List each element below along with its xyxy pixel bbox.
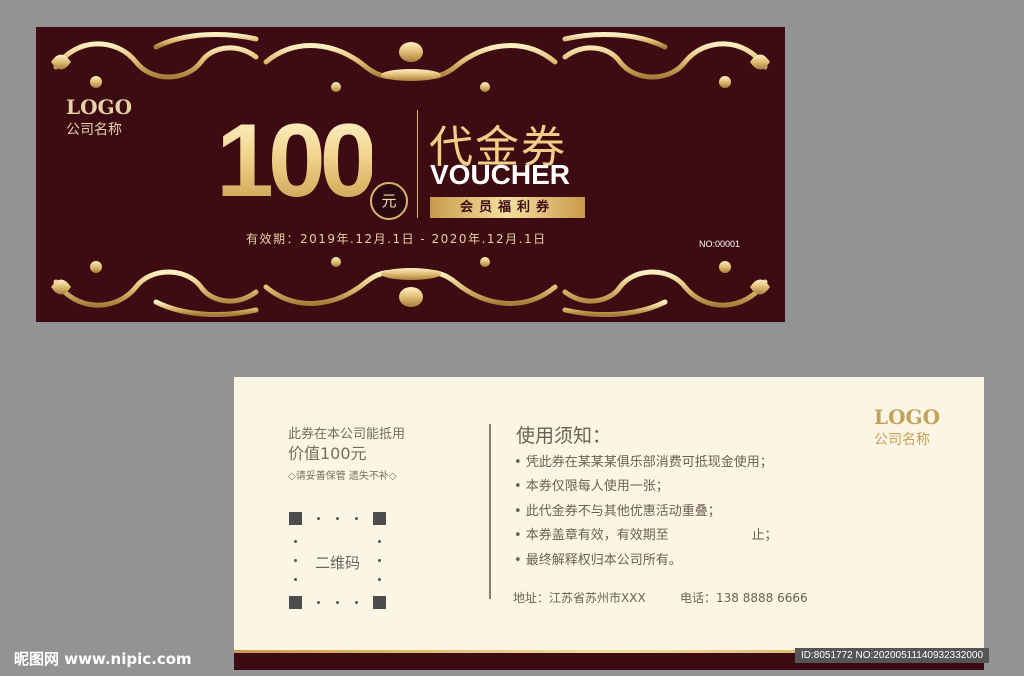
qr-corner	[289, 596, 302, 609]
qr-dot	[378, 540, 381, 543]
company-name: 公司名称	[874, 432, 930, 448]
member-benefit-label: 会员福利券	[430, 197, 585, 218]
qr-dot	[378, 559, 381, 562]
rule-item: • 本券盖章有效，有效期至 止；	[514, 528, 778, 544]
phone: 电话：138 8888 6666	[680, 591, 808, 605]
top-ornament	[51, 32, 770, 92]
logo-text: LOGO	[874, 405, 940, 429]
id-watermark: ID:8051772 NO:20200511140932332000	[795, 648, 990, 663]
rule-item: • 本券仅限每人使用一张；	[514, 479, 669, 495]
company-name: 公司名称	[66, 122, 122, 138]
qr-dot	[317, 601, 320, 604]
qr-dot	[294, 578, 297, 581]
qr-corner	[289, 512, 302, 525]
qr-dot	[317, 517, 320, 520]
qr-dot	[355, 601, 358, 604]
qr-dot	[336, 517, 339, 520]
rule-item: • 最终解释权归本公司所有。	[514, 552, 682, 568]
qr-dot	[336, 601, 339, 604]
voucher-title-en: VOUCHER	[430, 159, 571, 190]
back-logo: LOGO 公司名称	[874, 405, 940, 449]
usage-notice-title: 使用须知：	[516, 425, 612, 447]
bottom-ornament	[51, 257, 770, 317]
qr-label: 二维码	[314, 554, 360, 572]
voucher-front: LOGO 公司名称 100 元 代金券 VOUCHER 会员福利券 有效期：20…	[36, 27, 785, 322]
voucher-amount: 100	[216, 103, 378, 219]
address: 地址：江苏省苏州市XXX	[513, 591, 646, 605]
qr-dot	[378, 578, 381, 581]
qr-dot	[294, 540, 297, 543]
rule-item: • 凭此券在某某某俱乐部消费可抵现金使用；	[514, 455, 773, 470]
logo-text: LOGO	[66, 95, 132, 119]
title-divider	[417, 110, 418, 218]
qr-corner	[373, 512, 386, 525]
rule-item: • 此代金券不与其他优惠活动重叠；	[514, 503, 721, 519]
qr-dot	[294, 559, 297, 562]
stub-value: 价值100元	[288, 444, 367, 463]
qr-dot	[355, 517, 358, 520]
qr-corner	[373, 596, 386, 609]
stub-note: ◇请妥善保管 遗失不补◇	[288, 471, 397, 482]
voucher-back: 此券在本公司能抵用 价值100元 ◇请妥善保管 遗失不补◇ 二维码 使用须知： …	[234, 377, 984, 670]
site-watermark: 昵图网 www.nipic.com	[14, 650, 192, 668]
qr-code-placeholder: 二维码	[289, 512, 386, 609]
currency-badge: 元	[370, 182, 408, 220]
vertical-divider	[489, 424, 491, 599]
front-logo: LOGO 公司名称	[66, 95, 132, 139]
usage-rules-list: • 凭此券在某某某俱乐部消费可抵现金使用； • 本券仅限每人使用一张； • 此代…	[514, 451, 777, 573]
